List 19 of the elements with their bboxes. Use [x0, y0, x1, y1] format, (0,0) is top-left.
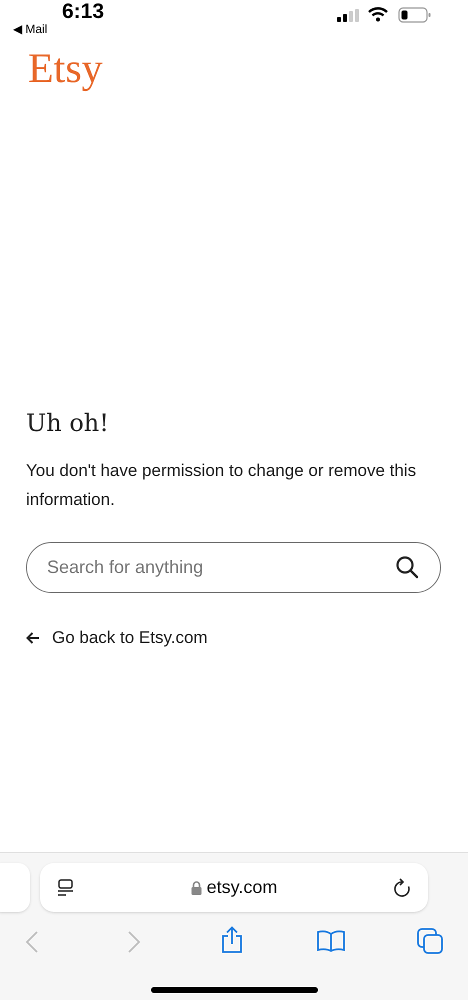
- share-icon[interactable]: [220, 926, 244, 954]
- page-menu-icon[interactable]: [57, 878, 75, 896]
- address-bar[interactable]: etsy.com: [40, 863, 428, 912]
- lock-icon: [190, 880, 202, 894]
- back-to-app-link[interactable]: ◀ Mail: [13, 20, 48, 38]
- error-heading: Uh oh!: [26, 408, 110, 438]
- wifi-icon: [368, 7, 388, 22]
- go-back-link[interactable]: Go back to Etsy.com: [26, 625, 442, 650]
- tabs-icon[interactable]: [417, 928, 443, 954]
- signal-icon: [337, 9, 361, 23]
- address-text: etsy.com: [206, 876, 278, 899]
- reload-icon[interactable]: [393, 878, 411, 898]
- error-message: You don't have permission to change or remove this information.: [26, 460, 418, 511]
- arrow-left-icon: [26, 632, 40, 644]
- bookmarks-icon[interactable]: [317, 930, 345, 952]
- search-icon[interactable]: [395, 555, 419, 579]
- status-time: 6:13: [62, 0, 104, 25]
- battery-icon: [398, 7, 432, 23]
- search-field[interactable]: Search for anything: [26, 542, 441, 593]
